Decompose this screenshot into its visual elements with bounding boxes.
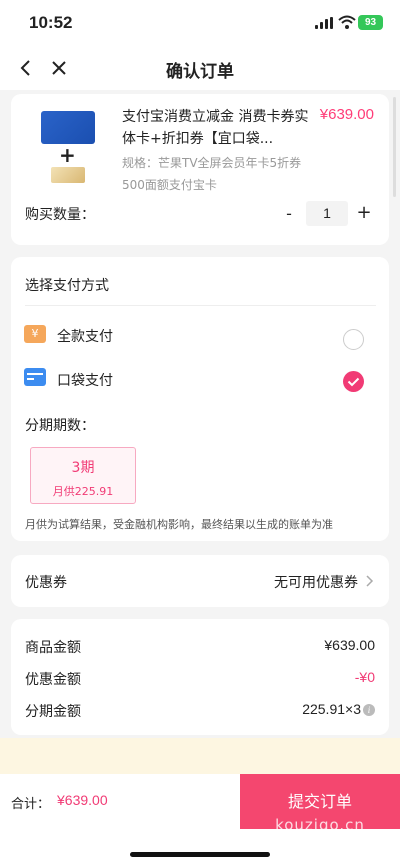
battery-icon: 93 (358, 15, 383, 30)
installment-period: 3期 (71, 460, 95, 476)
coupon-row[interactable]: 优惠券 无可用优惠券 (11, 555, 389, 607)
wifi-icon (338, 15, 356, 29)
full-payment-radio[interactable] (343, 329, 364, 350)
full-payment-icon: ¥ (24, 325, 46, 343)
discount-amount-label: 优惠金额 (25, 672, 81, 688)
payment-header: 选择支付方式 (25, 278, 109, 294)
quantity-minus-button[interactable]: - (281, 204, 297, 223)
nav-bar: 确认订单 (0, 48, 400, 90)
total-label: 合计： (11, 797, 51, 812)
status-bar: 10:52 93 (0, 0, 400, 48)
quantity-label: 购买数量： (25, 207, 95, 223)
pocket-payment-icon (24, 368, 46, 386)
total-value: ¥639.00 (57, 792, 108, 808)
full-payment-label[interactable]: 全款支付 (57, 326, 113, 346)
installment-amount-label: 分期金额 (25, 704, 81, 720)
payment-card: 选择支付方式 ¥ 全款支付 口袋支付 分期期数： 3期 月供225.91 月供为… (11, 257, 389, 541)
notice-bar (0, 738, 400, 774)
product-image-card (41, 111, 95, 144)
product-title[interactable]: 支付宝消费立减金 消费卡券实体卡+折扣券【宜口袋... (122, 106, 312, 150)
info-icon[interactable]: i (363, 704, 375, 716)
discount-amount-value: -¥0 (354, 669, 375, 685)
product-spec: 规格：芒果TV全屏会员年卡5折券 500面额支付宝卡 (122, 156, 302, 192)
product-image-coupon (51, 167, 85, 183)
chevron-right-icon (366, 575, 374, 587)
coupon-label: 优惠券 (25, 575, 67, 591)
divider (25, 305, 376, 306)
bottom-bar: 合计： ¥639.00 提交订单 kouzigo.cn (0, 774, 400, 865)
product-card: + 支付宝消费立减金 消费卡券实体卡+折扣券【宜口袋... ¥639.00 规格… (11, 94, 389, 245)
installment-amount-value: 225.91×3 (302, 701, 361, 717)
status-time: 10:52 (29, 13, 73, 32)
goods-amount-label: 商品金额 (25, 640, 81, 656)
quantity-plus-button[interactable]: + (355, 202, 373, 223)
quantity-input[interactable]: 1 (306, 201, 348, 226)
page-title: 确认订单 (166, 62, 234, 82)
signal-icon (315, 17, 333, 29)
home-indicator (130, 852, 270, 857)
coupon-value: 无可用优惠券 (274, 575, 358, 591)
pocket-payment-label[interactable]: 口袋支付 (57, 370, 113, 390)
pocket-payment-radio-checked-icon[interactable] (343, 371, 364, 392)
installment-option[interactable]: 3期 月供225.91 (30, 447, 136, 504)
scrollbar[interactable] (393, 97, 396, 197)
product-price: ¥639.00 (319, 106, 374, 123)
product-plus: + (59, 143, 76, 167)
installment-note: 月供为试算结果，受金融机构影响，最终结果以生成的账单为准 (25, 518, 333, 531)
goods-amount-value: ¥639.00 (324, 637, 375, 653)
installment-monthly: 月供225.91 (52, 485, 114, 498)
installment-label: 分期期数： (25, 418, 95, 434)
watermark: kouzigo.cn (275, 816, 365, 834)
amount-card: 商品金额 ¥639.00 优惠金额 -¥0 分期金额 225.91×3 i (11, 619, 389, 735)
